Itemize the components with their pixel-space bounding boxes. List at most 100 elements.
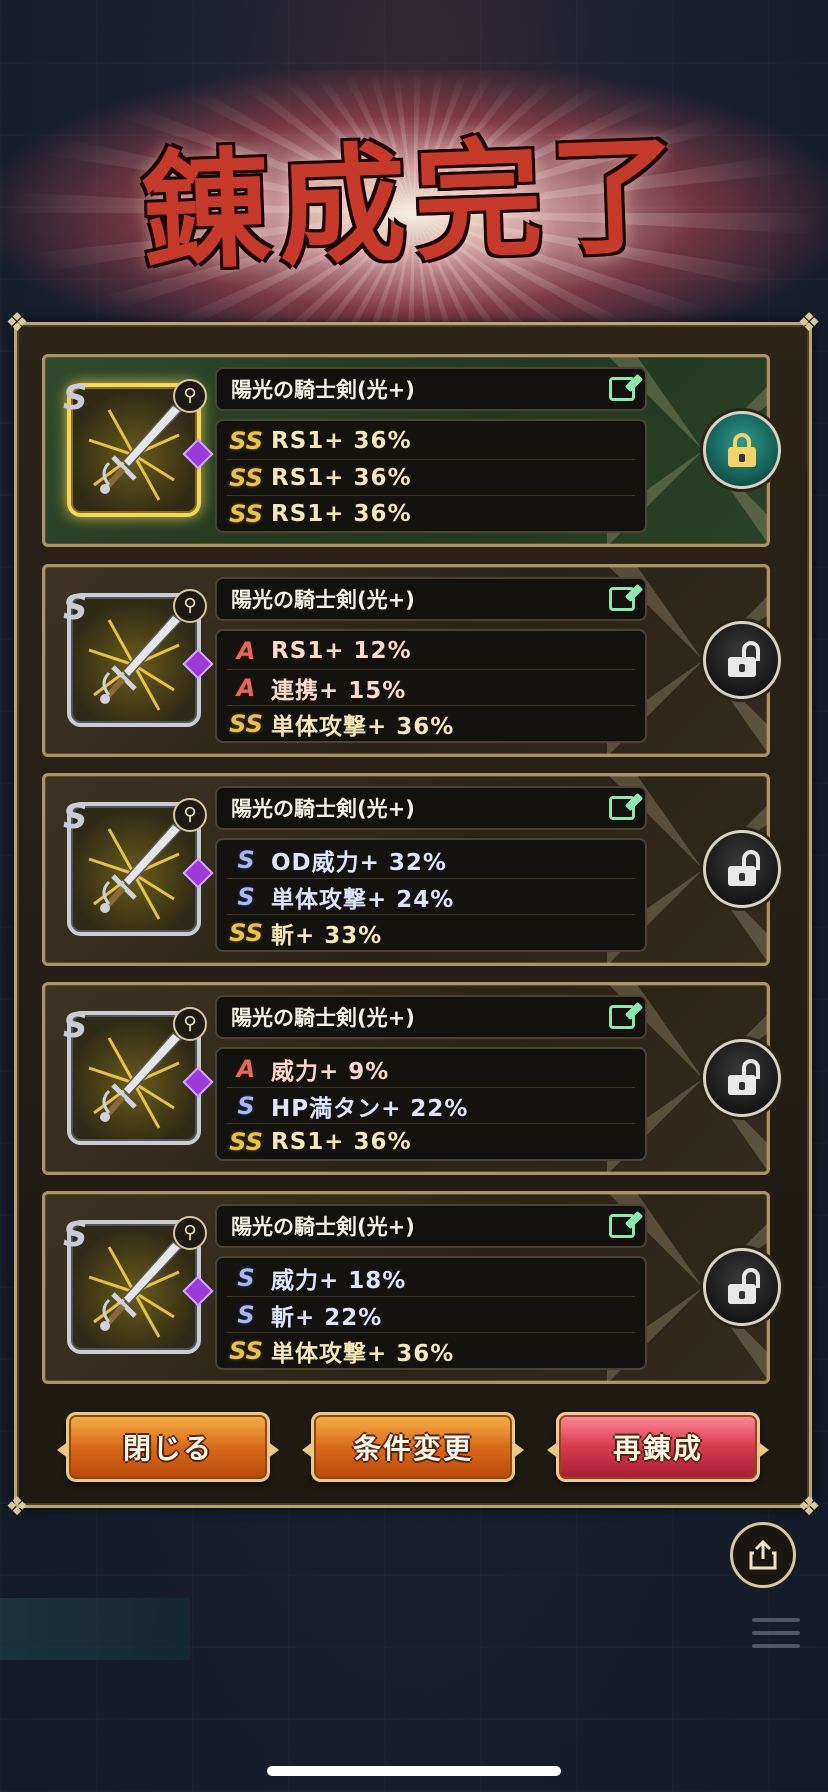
close-button[interactable]: 閉じる xyxy=(57,1412,279,1482)
corner-ornament-icon: ❖ xyxy=(5,308,29,338)
rank-s-icon: S xyxy=(237,1264,255,1292)
edit-icon[interactable] xyxy=(609,1005,635,1029)
rank-a-icon: A xyxy=(236,674,256,702)
rank-ss-icon: SS xyxy=(229,464,263,492)
weapon-thumbnail[interactable]: S ⚲ xyxy=(63,1007,214,1145)
home-indicator[interactable] xyxy=(267,1766,561,1776)
stat-list: S 威力+ 18% S 斬+ 22% SS 単体攻撃+ 36% xyxy=(215,1256,647,1370)
rarity-s-icon: S xyxy=(63,1215,88,1255)
lock-toggle-button[interactable] xyxy=(703,1039,781,1117)
lock-toggle-button[interactable] xyxy=(703,411,781,489)
share-button[interactable] xyxy=(730,1522,796,1588)
stat-row: SS RS1+ 36% xyxy=(227,459,635,496)
weapon-thumbnail[interactable]: S ⚲ xyxy=(63,1216,214,1354)
weapon-type-icon: ⚲ xyxy=(173,1216,207,1250)
lock-toggle-button[interactable] xyxy=(703,830,781,908)
corner-ornament-icon: ❖ xyxy=(797,308,821,338)
share-icon xyxy=(749,1539,777,1570)
stat-text: RS1+ 36% xyxy=(271,465,412,491)
reforge-button[interactable]: 再錬成 xyxy=(547,1412,769,1482)
weapon-name-bar: 陽光の騎士剣(光+) xyxy=(215,1204,647,1248)
stat-row: A 連携+ 15% xyxy=(227,669,635,706)
edit-icon[interactable] xyxy=(609,796,635,820)
weapon-name: 陽光の騎士剣(光+) xyxy=(231,1215,415,1239)
lock-toggle-button[interactable] xyxy=(703,621,781,699)
stat-text: 威力+ 18% xyxy=(271,1268,407,1294)
sword-icon xyxy=(100,403,183,494)
edit-icon[interactable] xyxy=(609,587,635,611)
weapon-name-bar: 陽光の騎士剣(光+) xyxy=(215,786,647,830)
stat-list: A RS1+ 12% A 連携+ 15% SS 単体攻撃+ 36% xyxy=(215,629,647,743)
padlock-closed-icon xyxy=(728,433,756,467)
rank-ss-icon: SS xyxy=(229,1337,263,1365)
stat-row: S 単体攻撃+ 24% xyxy=(227,878,635,915)
padlock-open-icon xyxy=(728,1268,760,1304)
stat-text: RS1+ 36% xyxy=(271,501,412,527)
ornament-left-icon xyxy=(57,1441,69,1459)
stat-row: A RS1+ 12% xyxy=(227,633,635,669)
rank-a-icon: A xyxy=(236,637,256,665)
weapon-card: S ⚲ 陽光の騎士剣(光+) S OD威力+ 32% S 単体攻撃+ 24% S… xyxy=(42,773,781,966)
weapon-type-icon: ⚲ xyxy=(173,1007,207,1041)
change-conditions-label: 条件変更 xyxy=(352,1432,473,1465)
weapon-thumbnail[interactable]: S ⚲ xyxy=(63,379,214,517)
weapon-name: 陽光の騎士剣(光+) xyxy=(231,797,415,821)
rarity-s-icon: S xyxy=(63,588,88,628)
stat-row: S OD威力+ 32% xyxy=(227,842,635,878)
weapon-type-icon: ⚲ xyxy=(173,589,207,623)
weapon-type-icon: ⚲ xyxy=(173,798,207,832)
weapon-name-bar: 陽光の騎士剣(光+) xyxy=(215,367,647,411)
change-conditions-button[interactable]: 条件変更 xyxy=(302,1412,524,1482)
stat-row: A 威力+ 9% xyxy=(227,1051,635,1087)
ornament-right-icon xyxy=(267,1441,279,1459)
stat-row: S 斬+ 22% xyxy=(227,1296,635,1333)
rank-s-icon: S xyxy=(237,1301,255,1329)
rank-ss-icon: SS xyxy=(229,919,263,947)
corner-ornament-icon: ❖ xyxy=(5,1492,29,1522)
rarity-s-icon: S xyxy=(63,1006,88,1046)
weapon-name: 陽光の騎士剣(光+) xyxy=(231,1006,415,1030)
close-button-label: 閉じる xyxy=(122,1432,213,1465)
ornament-right-icon xyxy=(512,1441,524,1459)
stat-row: SS 斬+ 33% xyxy=(227,914,635,951)
rank-s-icon: S xyxy=(237,883,255,911)
stat-text: 威力+ 9% xyxy=(271,1059,390,1085)
sword-icon xyxy=(100,1031,183,1122)
stat-list: SS RS1+ 36% SS RS1+ 36% SS RS1+ 36% xyxy=(215,419,647,533)
rank-a-icon: A xyxy=(236,1055,256,1083)
stat-text: 斬+ 22% xyxy=(271,1305,383,1331)
corner-ornament-icon: ❖ xyxy=(797,1492,821,1522)
sword-icon xyxy=(100,613,183,704)
stat-text: 単体攻撃+ 24% xyxy=(271,887,455,913)
menu-icon[interactable] xyxy=(752,1618,800,1657)
weapon-thumbnail[interactable]: S ⚲ xyxy=(63,589,214,727)
rank-s-icon: S xyxy=(237,846,255,874)
stat-text: 連携+ 15% xyxy=(271,678,407,704)
weapon-name-bar: 陽光の騎士剣(光+) xyxy=(215,995,647,1039)
weapon-name: 陽光の騎士剣(光+) xyxy=(231,378,415,402)
stat-row: SS RS1+ 36% xyxy=(227,495,635,532)
stat-row: S HP満タン+ 22% xyxy=(227,1087,635,1124)
sword-icon xyxy=(100,1240,183,1331)
rank-ss-icon: SS xyxy=(229,1128,263,1156)
stat-row: SS RS1+ 36% xyxy=(227,423,635,459)
stat-text: RS1+ 36% xyxy=(271,1129,412,1155)
stat-row: S 威力+ 18% xyxy=(227,1260,635,1296)
stat-text: HP満タン+ 22% xyxy=(271,1096,469,1122)
stat-text: RS1+ 36% xyxy=(271,428,412,454)
stat-text: RS1+ 12% xyxy=(271,638,412,664)
rank-ss-icon: SS xyxy=(229,710,263,738)
edit-icon[interactable] xyxy=(609,1214,635,1238)
weapon-type-icon: ⚲ xyxy=(173,379,207,413)
edit-icon[interactable] xyxy=(609,377,635,401)
rank-ss-icon: SS xyxy=(229,427,263,455)
stat-row: SS 単体攻撃+ 36% xyxy=(227,1332,635,1369)
rarity-s-icon: S xyxy=(63,378,88,418)
ornament-right-icon xyxy=(757,1441,769,1459)
weapon-card: S ⚲ 陽光の騎士剣(光+) A RS1+ 12% A 連携+ 15% SS 単… xyxy=(42,564,781,757)
stat-list: S OD威力+ 32% S 単体攻撃+ 24% SS 斬+ 33% xyxy=(215,838,647,952)
weapon-thumbnail[interactable]: S ⚲ xyxy=(63,798,214,936)
lock-toggle-button[interactable] xyxy=(703,1248,781,1326)
stat-list: A 威力+ 9% S HP満タン+ 22% SS RS1+ 36% xyxy=(215,1047,647,1161)
rarity-s-icon: S xyxy=(63,797,88,837)
